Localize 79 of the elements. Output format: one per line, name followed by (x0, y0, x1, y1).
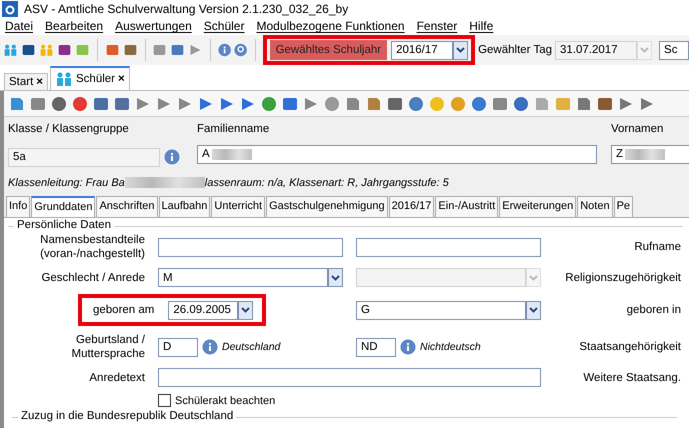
schuljahr-field[interactable]: 2016/17 (391, 40, 454, 60)
class-info-text: lassenraum: n/a, Klassenart: R, Jahrgangsstufe: 5 (204, 176, 449, 189)
dropdown-button[interactable] (526, 300, 541, 320)
vornamen-field[interactable]: Z (611, 144, 689, 164)
field-label: Anredetext (88, 370, 146, 384)
tab[interactable]: Info (6, 196, 30, 217)
info-icon[interactable] (202, 339, 218, 355)
field-label: Rufname (633, 241, 682, 253)
redacted-area (625, 148, 666, 160)
field-label: Namensbestandteile (voran-/nachgestellt) (39, 233, 146, 261)
document-tab[interactable]: Start × (4, 73, 48, 90)
geboren-am-field[interactable]: 26.09.2005 (168, 300, 238, 320)
field-label: Staatsangehörigkeit (578, 341, 682, 353)
field-label: geboren in (626, 304, 682, 316)
familienname-field[interactable]: A (197, 144, 597, 164)
input-field[interactable]: Sc (659, 40, 689, 60)
section-title: Persönliche Daten (14, 219, 114, 231)
chevron-down-icon (529, 274, 538, 280)
chevron-down-icon (241, 307, 250, 313)
field-label: Religionszugehörigkeit (564, 272, 682, 284)
field-label: geboren am (92, 303, 156, 317)
klasse-field[interactable]: 5a (8, 148, 160, 167)
chevron-down-icon (529, 307, 538, 313)
info-icon[interactable] (400, 339, 416, 355)
tab[interactable]: Laufbahn (158, 196, 210, 217)
info-icon[interactable] (218, 42, 232, 58)
tab[interactable]: Erweiterungen (499, 196, 576, 217)
menu-item[interactable]: Bearbeiten (42, 19, 112, 34)
dropdown-button[interactable] (328, 268, 343, 287)
chevron-down-icon (640, 47, 650, 53)
menu-item[interactable]: Auswertungen (112, 19, 201, 34)
dropdown-button[interactable] (453, 40, 468, 60)
familienname-label: Familienname (197, 123, 270, 137)
window-title: ASV - Amtliche Schulverwaltung Version 2.1.230_032_26_by (24, 2, 348, 16)
tab[interactable]: Unterricht (211, 196, 266, 217)
tab[interactable]: Gastschulgenehmigung (266, 196, 388, 217)
anredetext-field[interactable] (158, 368, 541, 387)
close-button[interactable]: × (36, 76, 44, 88)
dropdown-button[interactable] (238, 300, 254, 320)
menu-item[interactable]: Fenster (414, 19, 466, 34)
menu-item[interactable]: Modulbezogene Funktionen (253, 19, 414, 34)
input-field[interactable] (356, 238, 541, 256)
tab[interactable]: Noten (577, 196, 613, 217)
tab[interactable]: Pe (614, 196, 634, 217)
tag-label: Gewählter Tag (478, 44, 552, 56)
field-label: Geburtsland / Muttersprache (70, 333, 146, 361)
staat-field[interactable]: ND (356, 338, 396, 356)
close-button[interactable]: × (118, 73, 125, 85)
menu-item[interactable]: Hilfe (466, 19, 502, 34)
people-icon[interactable] (55, 70, 74, 88)
tab-label: Schüler (76, 73, 116, 85)
info-icon[interactable] (164, 149, 180, 166)
checkbox[interactable] (158, 394, 171, 407)
field-label: Geschlecht / Anrede (40, 270, 146, 284)
country-text: Deutschland (222, 341, 280, 353)
vornamen-label: Vornamen (611, 123, 664, 137)
tab[interactable]: Anschriften (96, 196, 158, 217)
tag-field[interactable]: 31.07.2017 (555, 40, 638, 60)
menu-item[interactable]: Datei (2, 19, 42, 34)
chevron-down-icon (456, 47, 466, 53)
geboren-in-field[interactable]: G (356, 300, 526, 320)
country-text: Nichtdeutsch (420, 341, 481, 353)
geschlecht-field[interactable]: M (158, 268, 328, 287)
tab[interactable]: 2016/17 (388, 196, 434, 217)
field-label: Weitere Staatsang. (582, 372, 682, 384)
class-info-text: Klassenleitung: Frau Ba (8, 176, 125, 189)
section-title: Zuzug in die Bundesrepublik Deutschland (18, 410, 236, 422)
checkbox-label: Schülerakt beachten (175, 394, 276, 406)
chevron-down-icon (331, 274, 340, 280)
document-tab[interactable]: Schüler × (50, 66, 130, 90)
tab[interactable]: Grunddaten (31, 196, 96, 217)
input-field[interactable] (158, 238, 343, 256)
schuljahr-label: Gewähltes Schuljahr (270, 40, 388, 60)
redacted-area (212, 148, 252, 160)
klasse-label: Klasse / Klassengruppe (8, 123, 130, 137)
geburtsland-field[interactable]: D (158, 338, 198, 356)
tab-label: Start (9, 76, 34, 88)
menu-item[interactable]: Schüler (200, 19, 254, 34)
tab[interactable]: Ein-/Austritt (435, 196, 498, 217)
